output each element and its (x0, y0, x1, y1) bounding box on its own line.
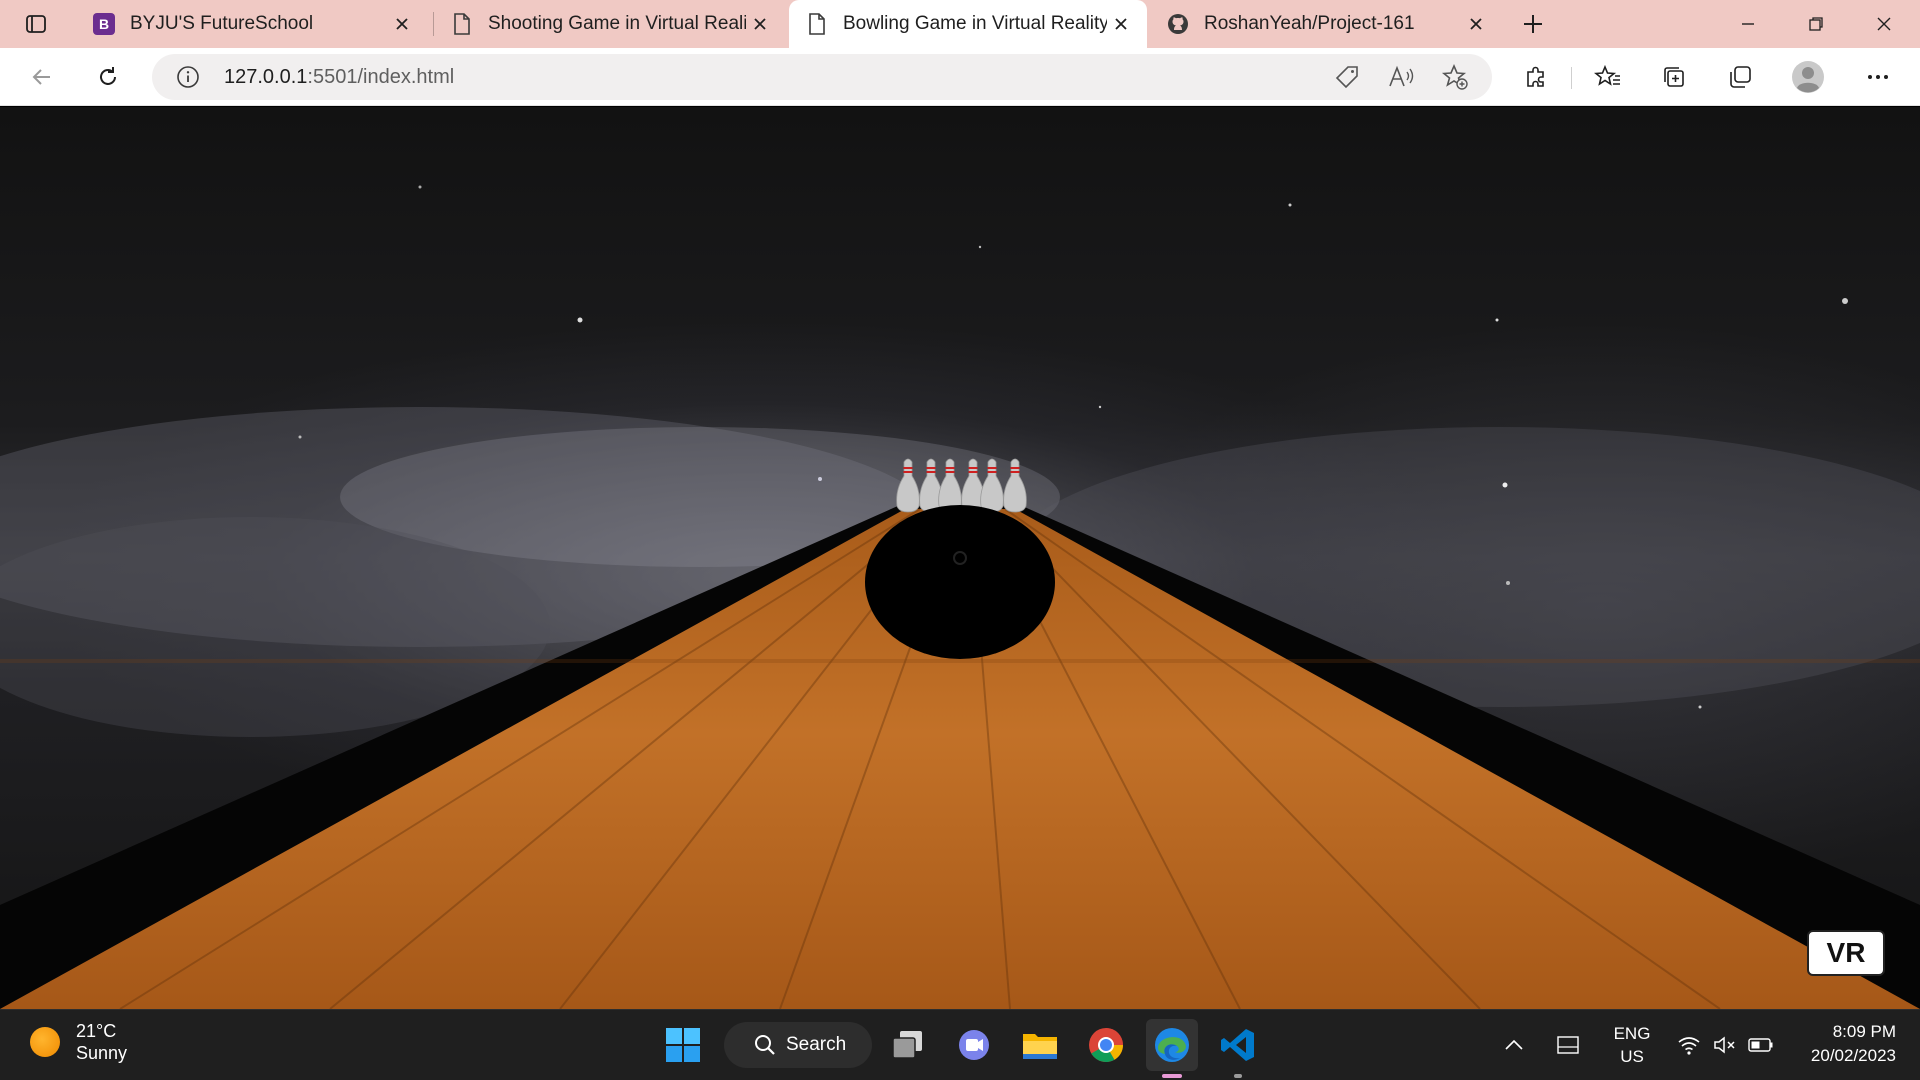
puzzle-icon (1527, 66, 1544, 87)
workspaces-button[interactable] (1720, 58, 1760, 96)
extensions-button[interactable] (1516, 58, 1556, 96)
tab-shooting-game[interactable]: Shooting Game in Virtual Reality (434, 0, 786, 48)
new-tab-button[interactable] (1516, 8, 1550, 40)
favorites-star-list-icon (1594, 64, 1620, 86)
url-path: :5501/index.html (307, 65, 455, 88)
url-host: 127.0.0.1 (224, 65, 308, 88)
close-window-button[interactable] (1850, 0, 1918, 48)
byjus-logo-icon: B (92, 12, 116, 36)
edge-button[interactable] (1146, 1019, 1198, 1071)
tab-title: Bowling Game in Virtual Reality (843, 13, 1107, 34)
sun-icon (30, 1027, 60, 1057)
battery-icon (1748, 1038, 1773, 1052)
chrome-icon (1089, 1028, 1123, 1062)
restore-icon (1809, 17, 1823, 31)
wifi-status[interactable] (1672, 1024, 1706, 1066)
task-view-button[interactable] (882, 1019, 934, 1071)
clock-time: 8:09 PM (1832, 1022, 1896, 1041)
vscode-icon (1221, 1029, 1254, 1061)
refresh-icon (100, 67, 116, 85)
minimize-icon (1742, 23, 1754, 25)
tab-title: Shooting Game in Virtual Reality (488, 13, 746, 34)
show-hidden-icons-button[interactable] (1498, 1024, 1530, 1066)
folder-icon (1023, 1034, 1057, 1059)
collections-button[interactable] (1654, 58, 1694, 96)
close-tab-icon[interactable] (1462, 10, 1490, 38)
collections-icon (1664, 67, 1684, 87)
favorites-button[interactable] (1588, 58, 1628, 96)
page-icon (450, 12, 474, 36)
battery-status[interactable] (1744, 1024, 1778, 1066)
refresh-button[interactable] (88, 58, 128, 96)
edge-icon (1155, 1028, 1189, 1062)
plus-icon (1524, 15, 1542, 33)
file-explorer-button[interactable] (1014, 1019, 1066, 1071)
region-code: US (1620, 1047, 1644, 1066)
tab-title: RoshanYeah/Project-161 (1204, 13, 1415, 34)
add-favorite-icon[interactable] (1436, 58, 1474, 96)
wifi-icon (1678, 1037, 1700, 1055)
github-icon (1166, 12, 1190, 36)
profile-button[interactable] (1788, 58, 1828, 96)
enter-vr-button[interactable]: VR (1807, 930, 1885, 976)
copy-tabs-icon (1730, 66, 1751, 88)
task-view-icon (892, 1031, 922, 1059)
close-tab-icon[interactable] (388, 10, 416, 38)
search-icon (755, 1035, 775, 1055)
address-bar[interactable]: 127.0.0.1:5501/index.html (152, 54, 1492, 100)
weather-temp: 21°C (76, 1021, 117, 1041)
active-app-indicator (1162, 1074, 1182, 1078)
close-icon (1877, 17, 1891, 31)
read-aloud-icon[interactable] (1382, 58, 1420, 96)
url-text: 127.0.0.1:5501/index.html (224, 66, 454, 89)
chevron-up-icon (1505, 1039, 1523, 1050)
lane-board-seam (0, 659, 1920, 663)
volume-muted-icon (1714, 1036, 1735, 1054)
system-clock[interactable]: 8:09 PM 20/02/2023 (1790, 1020, 1896, 1068)
chat-icon (959, 1030, 989, 1060)
touch-keyboard-button[interactable] (1550, 1024, 1586, 1066)
site-info-icon[interactable] (170, 59, 206, 95)
tab-actions-menu-button[interactable] (14, 8, 58, 40)
clock-date: 20/02/2023 (1810, 1046, 1896, 1065)
windows-logo-icon (666, 1028, 700, 1062)
windows-taskbar: 21°C Sunny Search ENG US 8:09 PM 20/02/2… (0, 1009, 1920, 1080)
page-icon (805, 12, 829, 36)
language-code: ENG (1613, 1024, 1651, 1043)
tab-actions-icon (26, 15, 46, 33)
tag-icon[interactable] (1328, 58, 1366, 96)
tab-bowling-game[interactable]: Bowling Game in Virtual Reality (789, 0, 1147, 48)
toolbar-separator (1571, 67, 1572, 89)
avatar-icon (1792, 61, 1824, 93)
vr-scene-canvas[interactable]: VR (0, 107, 1920, 1009)
minimize-button[interactable] (1714, 0, 1782, 48)
tab-byjus[interactable]: B BYJU'S FutureSchool (76, 0, 428, 48)
scene-graphics (0, 185, 1920, 1009)
volume-status[interactable] (1708, 1024, 1742, 1066)
close-tab-icon[interactable] (1107, 10, 1135, 38)
browser-toolbar: 127.0.0.1:5501/index.html (0, 48, 1920, 106)
teams-chat-button[interactable] (948, 1019, 1000, 1071)
taskbar-search[interactable]: Search (724, 1022, 872, 1068)
language-indicator[interactable]: ENG US (1602, 1022, 1662, 1068)
start-button[interactable] (657, 1019, 709, 1071)
settings-menu-button[interactable] (1858, 58, 1898, 96)
running-app-indicator (1234, 1074, 1242, 1078)
back-button[interactable] (22, 58, 62, 96)
tab-github-project[interactable]: RoshanYeah/Project-161 (1150, 0, 1502, 48)
weather-condition: Sunny (76, 1043, 128, 1063)
tab-strip: B BYJU'S FutureSchool Shooting Game in V… (0, 0, 1920, 48)
close-tab-icon[interactable] (746, 10, 774, 38)
search-label: Search (786, 1034, 847, 1055)
vscode-button[interactable] (1212, 1019, 1264, 1071)
bowling-ball (865, 505, 1055, 659)
restore-button[interactable] (1782, 0, 1850, 48)
chrome-button[interactable] (1080, 1019, 1132, 1071)
weather-widget[interactable]: 21°C Sunny (30, 1020, 127, 1064)
svg-text:B: B (99, 16, 109, 32)
more-dots-icon (1868, 75, 1888, 79)
arrow-left-icon (32, 69, 50, 85)
keyboard-icon (1557, 1036, 1579, 1054)
tab-title: BYJU'S FutureSchool (130, 13, 314, 34)
